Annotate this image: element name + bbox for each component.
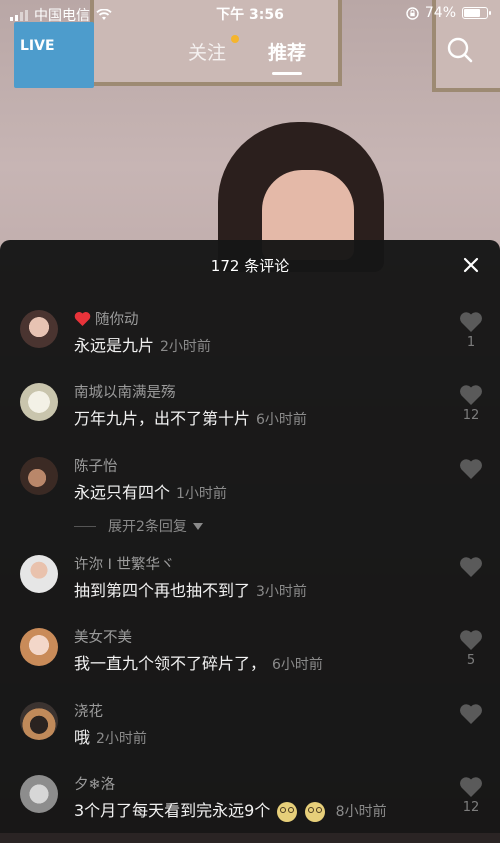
heart-icon — [460, 459, 482, 479]
like-button[interactable] — [459, 458, 483, 479]
comment-item[interactable]: 浇花 哦 2小时前 — [0, 700, 500, 770]
heart-icon — [460, 704, 482, 724]
username[interactable]: 许沵 I 世繁华ヾ — [74, 553, 175, 574]
username[interactable]: 浇花 — [74, 700, 103, 721]
like-button[interactable] — [459, 556, 483, 577]
like-count: 12 — [462, 800, 480, 815]
heart-icon — [460, 777, 482, 797]
comment-item[interactable]: 许沵 I 世繁华ヾ 抽到第四个再也抽不到了 3小时前 — [0, 553, 500, 623]
comment-item[interactable]: 南城以南满是殇 万年九片，出不了第十片 6小时前 12 — [0, 381, 500, 451]
like-button[interactable] — [459, 776, 483, 797]
username[interactable]: 南城以南满是殇 — [74, 381, 176, 402]
comment-time: 3小时前 — [256, 584, 307, 600]
avatar[interactable] — [20, 383, 58, 421]
comment-text: 我一直九个领不了碎片了， — [74, 654, 267, 673]
comment-item[interactable]: 陈子怡 永远只有四个 1小时前 — [0, 455, 500, 525]
tab-following[interactable]: 关注 — [188, 38, 226, 65]
divider-line — [74, 525, 96, 527]
close-icon[interactable] — [462, 256, 480, 274]
avatar[interactable] — [20, 775, 58, 813]
comment-text: 哦 — [74, 728, 91, 747]
comment-panel: 172 条评论 随你动 永远是九片 2小时前 1 南城以南满是殇 万年九片，出不了… — [0, 240, 500, 833]
emoji-face-icon — [277, 801, 298, 822]
caret-down-icon — [192, 522, 203, 530]
like-button[interactable] — [459, 384, 483, 405]
username[interactable]: 夕❄洛 — [74, 773, 115, 794]
comment-text: 抽到第四个再也抽不到了 — [74, 581, 251, 600]
emoji-face-icon — [304, 801, 325, 822]
like-count: 1 — [466, 335, 476, 350]
comment-time: 6小时前 — [272, 657, 323, 673]
like-count: 12 — [462, 408, 480, 423]
comment-time: 8小时前 — [335, 804, 387, 820]
heart-badge-icon — [74, 311, 91, 326]
like-button[interactable] — [459, 629, 483, 650]
like-count: 5 — [466, 653, 476, 668]
heart-icon — [460, 630, 482, 650]
avatar[interactable] — [20, 628, 58, 666]
heart-icon — [460, 312, 482, 332]
comment-item[interactable]: 美女不美 我一直九个领不了碎片了， 6小时前 5 — [0, 626, 500, 696]
live-badge[interactable]: LIVE — [14, 22, 94, 88]
live-label: LIVE — [20, 38, 55, 54]
heart-icon — [460, 385, 482, 405]
avatar[interactable] — [20, 555, 58, 593]
comment-count-title: 172 条评论 — [210, 257, 290, 275]
comment-time: 2小时前 — [160, 339, 211, 355]
like-button[interactable] — [459, 703, 483, 724]
avatar[interactable] — [20, 310, 58, 348]
expand-replies-button[interactable]: 展开2条回复 — [74, 516, 203, 536]
avatar[interactable] — [20, 702, 58, 740]
comment-text: 永远是九片 — [74, 336, 155, 355]
heart-icon — [460, 557, 482, 577]
comment-time: 1小时前 — [176, 486, 227, 502]
comment-text: 万年九片，出不了第十片 — [74, 409, 251, 428]
notification-dot — [231, 35, 239, 43]
orientation-lock-icon — [406, 6, 419, 20]
battery-percent: 74% — [424, 5, 456, 21]
avatar[interactable] — [20, 457, 58, 495]
comment-text: 永远只有四个 — [74, 483, 171, 502]
comment-time: 2小时前 — [96, 731, 147, 747]
expand-replies-label: 展开2条回复 — [108, 519, 187, 535]
username[interactable]: 陈子怡 — [74, 455, 118, 476]
comment-item[interactable]: 随你动 永远是九片 2小时前 1 — [0, 308, 500, 378]
like-button[interactable] — [459, 311, 483, 332]
comment-time: 6小时前 — [256, 412, 307, 428]
username[interactable]: 美女不美 — [74, 626, 132, 647]
tab-recommended[interactable]: 推荐 — [268, 38, 306, 75]
search-icon[interactable] — [446, 36, 474, 64]
username[interactable]: 随你动 — [95, 308, 139, 329]
comment-text: 3个月了每天看到完永远9个 — [74, 801, 271, 820]
battery-icon — [462, 7, 491, 19]
